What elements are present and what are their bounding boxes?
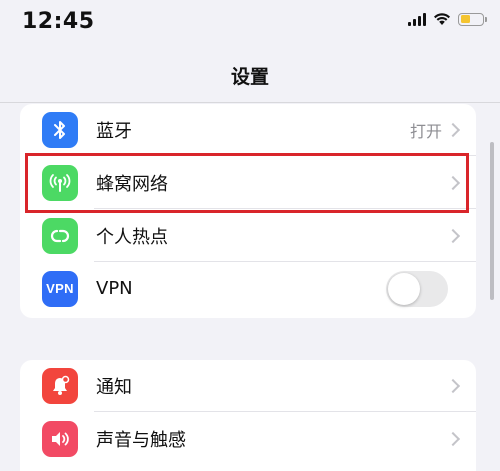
battery-level [460,15,470,23]
settings-row-bluetooth[interactable]: 蓝牙 打开 [20,104,476,156]
cellular-label: 蜂窝网络 [96,173,168,195]
scroll-indicator[interactable] [490,142,494,300]
notifications-label: 通知 [96,377,132,398]
chevron-right-icon [445,122,461,138]
settings-screen: 12:45 设置 蓝牙 打开 蜂窝网络 个人热点 VPN VPN 通知 声音与触… [0,0,500,471]
status-bar: 12:45 [0,0,500,46]
bluetooth-status-value: 打开 [409,122,442,141]
vpn-toggle[interactable] [386,270,448,307]
sounds-haptics-label: 声音与触感 [96,429,186,451]
settings-row-vpn: VPN VPN [20,262,476,315]
chevron-right-icon [445,431,461,446]
vpn-icon: VPN [42,270,78,307]
notification-bell-icon [42,368,78,404]
toggle-knob [388,272,420,305]
settings-row-cellular[interactable]: 蜂窝网络 [20,156,476,209]
settings-group-connectivity: 蓝牙 打开 蜂窝网络 个人热点 VPN VPN [20,104,476,318]
settings-row-personal-hotspot[interactable]: 个人热点 [20,209,476,262]
status-indicators [408,12,487,26]
speaker-icon [42,420,78,457]
chevron-right-icon [445,228,461,243]
bluetooth-icon [42,112,78,148]
settings-row-notifications[interactable]: 通知 [20,360,476,412]
settings-group-notifications-sounds: 通知 声音与触感 [20,360,476,471]
personal-hotspot-label: 个人热点 [96,226,168,248]
wifi-icon [434,13,450,25]
personal-hotspot-icon [42,217,78,254]
nav-divider [0,102,500,103]
chevron-right-icon [445,378,461,394]
battery-icon [458,12,487,26]
status-time: 12:45 [22,9,95,34]
settings-row-sounds-haptics[interactable]: 声音与触感 [20,412,476,465]
vpn-label: VPN [96,278,133,299]
bluetooth-label: 蓝牙 [96,121,132,142]
page-title: 设置 [230,66,269,88]
cellular-signal-icon [408,12,426,26]
chevron-right-icon [445,175,461,190]
vpn-icon-text: VPN [46,281,74,296]
cellular-antenna-icon [42,164,78,201]
